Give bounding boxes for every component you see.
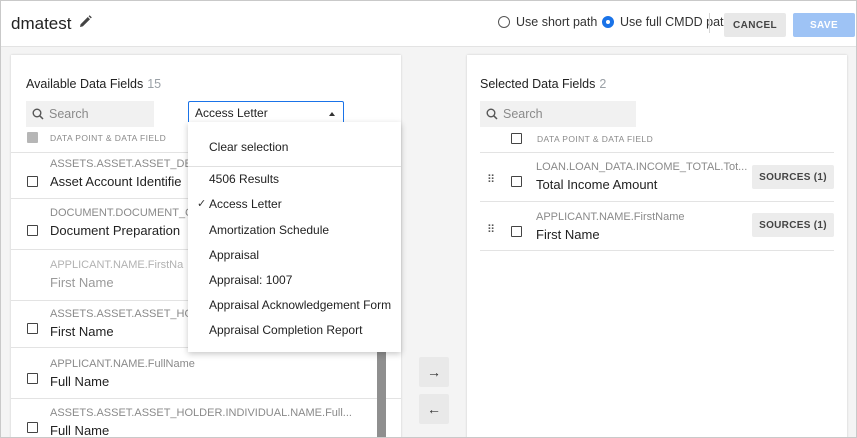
drag-handle-icon[interactable]: ⠿ bbox=[487, 173, 495, 186]
edit-pencil-icon[interactable] bbox=[79, 15, 93, 29]
selected-search-placeholder: Search bbox=[503, 107, 543, 121]
row-divider bbox=[480, 201, 834, 202]
field-path: APPLICANT.NAME.FirstNa bbox=[50, 259, 184, 271]
field-name: Document Preparation bbox=[50, 223, 181, 238]
selected-column-header: DATA POINT & DATA FIELD bbox=[537, 134, 654, 144]
row-checkbox[interactable] bbox=[511, 176, 522, 187]
field-name: First Name bbox=[536, 227, 600, 242]
row-checkbox[interactable] bbox=[27, 422, 38, 433]
search-icon bbox=[486, 108, 498, 120]
field-path: DOCUMENT.DOCUMENT_C bbox=[50, 207, 193, 219]
row-checkbox[interactable] bbox=[27, 225, 38, 236]
dropdown-option-selected[interactable]: Access Letter bbox=[209, 197, 282, 211]
row-checkbox[interactable] bbox=[27, 176, 38, 187]
short-path-radio[interactable] bbox=[498, 16, 510, 28]
page-title: dmatest bbox=[11, 14, 72, 33]
row-checkbox[interactable] bbox=[27, 373, 38, 384]
available-count: 15 bbox=[147, 77, 162, 91]
header-divider bbox=[709, 13, 710, 33]
dropdown-option[interactable]: Appraisal bbox=[209, 248, 259, 262]
short-path-option[interactable]: Use short path bbox=[498, 15, 597, 29]
field-name: First Name bbox=[50, 324, 114, 339]
save-button[interactable]: SAVE bbox=[793, 13, 855, 37]
document-filter-dropdown: Clear selection 4506 Results ✓ Access Le… bbox=[188, 122, 401, 352]
field-name: First Name bbox=[50, 275, 114, 290]
move-right-button[interactable]: → bbox=[419, 357, 449, 387]
app-window: dmatest Use short path Use full CMDD pat… bbox=[0, 0, 857, 438]
field-path: LOAN.LOAN_DATA.INCOME_TOTAL.Tot... bbox=[536, 161, 748, 173]
dropdown-option[interactable]: Appraisal Completion Report bbox=[209, 323, 362, 337]
cancel-button[interactable]: CANCEL bbox=[724, 13, 786, 37]
dropdown-option[interactable]: 4506 Results bbox=[209, 172, 279, 186]
available-fields-title: Available Data Fields 15 bbox=[26, 77, 161, 91]
available-title-text: Available Data Fields bbox=[26, 77, 144, 91]
work-area: Available Data Fields 15 Search Access Le… bbox=[1, 47, 856, 438]
dropdown-divider bbox=[188, 166, 401, 167]
row-divider bbox=[480, 250, 834, 251]
full-path-label: Use full CMDD path bbox=[620, 15, 731, 29]
full-path-option[interactable]: Use full CMDD path bbox=[602, 15, 730, 29]
sources-button[interactable]: SOURCES (1) bbox=[752, 165, 834, 189]
field-path: ASSETS.ASSET.ASSET_HOLDER.INDIVIDUAL.NAM… bbox=[50, 407, 352, 419]
row-checkbox[interactable] bbox=[511, 226, 522, 237]
dropdown-option[interactable]: Appraisal Acknowledgement Form bbox=[209, 298, 391, 312]
select-all-selected-checkbox[interactable] bbox=[511, 133, 522, 144]
field-name: Full Name bbox=[50, 423, 110, 438]
selected-count: 2 bbox=[599, 77, 607, 91]
available-column-header: DATA POINT & DATA FIELD bbox=[50, 133, 167, 143]
dropdown-option[interactable]: Appraisal: 1007 bbox=[209, 273, 292, 287]
sources-button[interactable]: SOURCES (1) bbox=[752, 213, 834, 237]
row-divider bbox=[11, 398, 401, 399]
search-icon bbox=[32, 108, 44, 120]
field-path: APPLICANT.NAME.FullName bbox=[50, 358, 195, 370]
available-search-input[interactable]: Search bbox=[26, 101, 154, 127]
field-name: Total Income Amount bbox=[536, 177, 658, 192]
field-path: APPLICANT.NAME.FirstName bbox=[536, 211, 685, 223]
field-name: Asset Account Identifie bbox=[50, 174, 182, 189]
select-all-checkbox[interactable] bbox=[27, 132, 38, 143]
available-search-placeholder: Search bbox=[49, 107, 89, 121]
row-checkbox[interactable] bbox=[27, 323, 38, 334]
selected-fields-title: Selected Data Fields 2 bbox=[480, 77, 606, 91]
selected-search-input[interactable]: Search bbox=[480, 101, 636, 127]
arrow-right-icon: → bbox=[427, 364, 441, 380]
drag-handle-icon[interactable]: ⠿ bbox=[487, 223, 495, 236]
document-filter-value: Access Letter bbox=[195, 106, 268, 120]
field-name: Full Name bbox=[50, 374, 110, 389]
caret-up-icon bbox=[329, 112, 335, 116]
row-divider bbox=[480, 152, 834, 153]
arrow-left-icon: ← bbox=[427, 401, 441, 417]
short-path-label: Use short path bbox=[516, 15, 598, 29]
move-left-button[interactable]: ← bbox=[419, 394, 449, 424]
selected-fields-panel: Selected Data Fields 2 Search DATA POINT … bbox=[467, 55, 847, 437]
field-path: ASSETS.ASSET.ASSET_DE bbox=[50, 158, 192, 170]
selected-title-text: Selected Data Fields bbox=[480, 77, 596, 91]
full-path-radio[interactable] bbox=[602, 16, 614, 28]
check-icon: ✓ bbox=[197, 198, 207, 210]
dropdown-option[interactable]: Amortization Schedule bbox=[209, 223, 329, 237]
field-path: ASSETS.ASSET.ASSET_HO bbox=[50, 308, 194, 320]
clear-selection-option[interactable]: Clear selection bbox=[209, 140, 288, 154]
header-bar: dmatest Use short path Use full CMDD pat… bbox=[1, 1, 856, 47]
